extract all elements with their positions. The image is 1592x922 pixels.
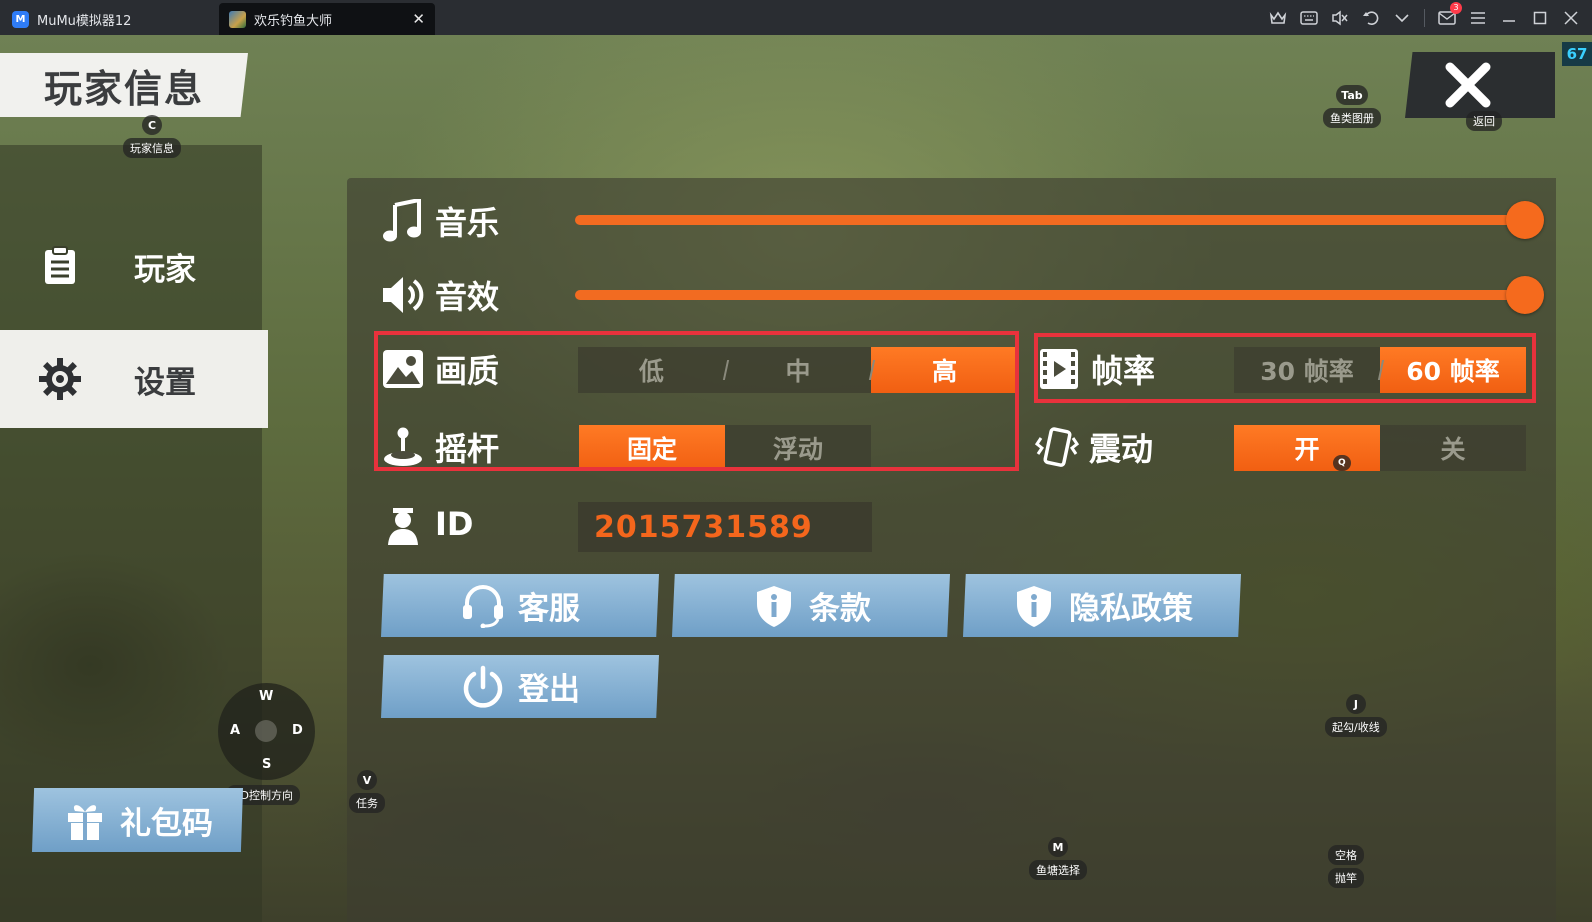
headset-icon bbox=[460, 583, 506, 629]
sidebar-item-settings[interactable]: 设置 bbox=[0, 330, 268, 428]
tab-close-icon[interactable]: ✕ bbox=[412, 10, 425, 28]
game-viewport: 67 玩家信息 C 玩家信息 玩家 设置 Tab 鱼类图册 返回 音乐 音效 画… bbox=[0, 35, 1592, 922]
terms-button-label: 条款 bbox=[809, 591, 871, 627]
music-label: 音乐 bbox=[381, 198, 499, 244]
music-slider-knob[interactable] bbox=[1506, 201, 1544, 239]
undo-icon[interactable] bbox=[1362, 9, 1380, 27]
hint-back: 返回 bbox=[1466, 111, 1502, 131]
direction-pad[interactable]: W A D S bbox=[218, 683, 315, 780]
sidebar-item-label: 设置 bbox=[134, 364, 196, 401]
hint-key: C bbox=[142, 115, 162, 135]
power-icon bbox=[460, 664, 506, 710]
music-label-text: 音乐 bbox=[435, 204, 500, 242]
tab-label: MuMu模拟器12 bbox=[37, 13, 132, 29]
hint-label: 鱼塘选择 bbox=[1029, 860, 1087, 880]
hint-key: 空格 bbox=[1328, 845, 1364, 865]
privacy-button-label: 隐私政策 bbox=[1069, 591, 1193, 627]
dpad-right-key: D bbox=[292, 723, 303, 738]
sfx-label: 音效 bbox=[381, 272, 499, 318]
sfx-label-text: 音效 bbox=[435, 278, 500, 316]
hint-player-info: C 玩家信息 bbox=[123, 115, 181, 158]
shield-info-icon bbox=[751, 583, 797, 629]
chevron-down-icon[interactable] bbox=[1393, 9, 1411, 27]
titlebar-toolbar: 3 bbox=[1269, 0, 1580, 35]
hint-label: 任务 bbox=[349, 793, 385, 813]
player-id-value: 2015731589 bbox=[578, 502, 872, 552]
dpad-left-key: A bbox=[230, 723, 241, 738]
hint-key: J bbox=[1345, 694, 1366, 714]
shield-info-icon bbox=[1011, 583, 1057, 629]
hint-task: V 任务 bbox=[349, 770, 385, 813]
close-window-icon[interactable] bbox=[1562, 9, 1580, 27]
vibration-label: 震动 bbox=[1035, 424, 1153, 470]
vibration-option-on[interactable]: 开 bbox=[1234, 425, 1380, 471]
emulator-titlebar: M MuMu模拟器12 欢乐钓鱼大师 ✕ 3 bbox=[0, 0, 1592, 35]
hint-label: 玩家信息 bbox=[123, 138, 181, 158]
speaker-icon bbox=[381, 273, 425, 317]
terms-button[interactable]: 条款 bbox=[672, 574, 950, 637]
game-thumbnail-icon bbox=[229, 10, 246, 28]
mail-badge: 3 bbox=[1450, 1, 1462, 14]
gear-icon bbox=[38, 357, 82, 401]
logout-button[interactable]: 登出 bbox=[381, 655, 659, 718]
mumu-logo-icon: M bbox=[12, 10, 29, 28]
id-label-text: ID bbox=[435, 505, 474, 543]
hint-label: 鱼类图册 bbox=[1323, 108, 1381, 128]
hint-key: Tab bbox=[1336, 85, 1368, 105]
support-button[interactable]: 客服 bbox=[381, 574, 659, 637]
vibration-option-off[interactable]: 关 bbox=[1380, 425, 1526, 471]
music-note-icon bbox=[381, 199, 425, 243]
hint-key: V bbox=[357, 770, 377, 790]
sfx-slider-knob[interactable] bbox=[1506, 276, 1544, 314]
music-slider[interactable] bbox=[575, 201, 1544, 239]
id-label: ID bbox=[381, 502, 473, 546]
tab-label: 欢乐钓鱼大师 bbox=[254, 13, 333, 29]
logout-button-label: 登出 bbox=[518, 672, 580, 708]
settings-panel: 音乐 音效 画质 低 中 高 帧率 30 帧率 60 帧率 摇杆 固定 浮动 震… bbox=[347, 178, 1556, 922]
maximize-icon[interactable] bbox=[1531, 9, 1549, 27]
privacy-button[interactable]: 隐私政策 bbox=[963, 574, 1241, 637]
gift-icon bbox=[62, 797, 108, 843]
mute-icon[interactable] bbox=[1331, 9, 1349, 27]
tab-game[interactable]: 欢乐钓鱼大师 ✕ bbox=[219, 3, 435, 35]
close-icon[interactable] bbox=[1442, 59, 1494, 111]
mail-icon[interactable]: 3 bbox=[1438, 1, 1462, 27]
gift-code-button[interactable]: 礼包码 bbox=[32, 788, 243, 852]
hint-label: 抛竿 bbox=[1328, 868, 1364, 888]
clipboard-icon bbox=[38, 244, 82, 288]
support-button-label: 客服 bbox=[518, 591, 580, 627]
highlight-box-quality-joystick bbox=[374, 331, 1019, 471]
hint-key: M bbox=[1047, 837, 1069, 857]
dpad-down-key: S bbox=[262, 757, 272, 772]
hint-cast: 空格 抛竿 bbox=[1328, 845, 1364, 888]
hint-hook: J 起勾/收线 bbox=[1325, 694, 1387, 737]
sidebar-item-label: 玩家 bbox=[134, 251, 196, 288]
crown-icon[interactable] bbox=[1269, 9, 1287, 27]
hint-key: Q bbox=[1333, 455, 1351, 471]
user-icon bbox=[381, 502, 425, 546]
vibration-label-text: 震动 bbox=[1089, 430, 1154, 468]
gift-code-label: 礼包码 bbox=[120, 805, 213, 842]
minimize-icon[interactable] bbox=[1500, 9, 1518, 27]
sfx-slider[interactable] bbox=[575, 276, 1544, 314]
phone-vibrate-icon bbox=[1035, 425, 1079, 469]
hint-label: 返回 bbox=[1466, 111, 1502, 131]
hint-fish-album: Tab 鱼类图册 bbox=[1323, 85, 1381, 128]
sidebar-item-player[interactable]: 玩家 bbox=[0, 217, 268, 315]
keyboard-icon[interactable] bbox=[1300, 9, 1318, 27]
dpad-center bbox=[255, 720, 277, 742]
vibration-selector: 开 关 bbox=[1234, 425, 1526, 471]
hint-pond: M 鱼塘选择 bbox=[1029, 837, 1087, 880]
highlight-box-framerate bbox=[1034, 333, 1536, 403]
menu-icon[interactable] bbox=[1469, 9, 1487, 27]
fps-counter: 67 bbox=[1562, 42, 1592, 66]
dpad-up-key: W bbox=[259, 689, 274, 704]
page-title: 玩家信息 bbox=[0, 53, 248, 117]
toolbar-divider bbox=[1424, 8, 1425, 27]
hint-label: 起勾/收线 bbox=[1325, 717, 1387, 737]
tab-mumu[interactable]: M MuMu模拟器12 bbox=[0, 3, 215, 35]
hint-vibrate: Q bbox=[1333, 455, 1351, 471]
